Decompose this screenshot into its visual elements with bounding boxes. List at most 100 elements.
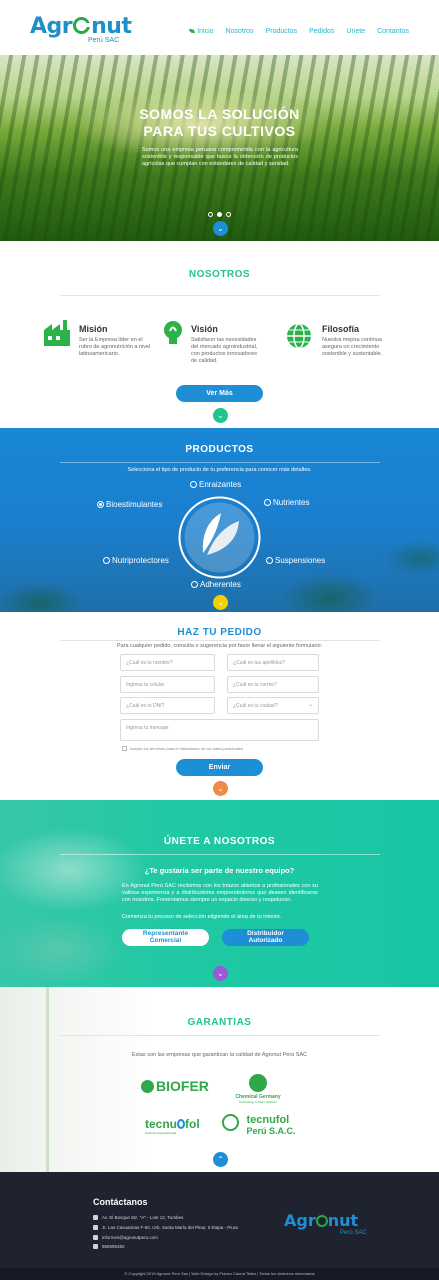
tecnufol-peru-logo: tecnufol Perú S.A.C. (222, 1114, 295, 1139)
nosotros-title: NOSOTROS (188, 269, 251, 280)
garantias-section (0, 987, 439, 1172)
logo-ring-icon (315, 1215, 328, 1227)
pedido-subtitle: Para cualquier pedido, consulta o sugere… (116, 643, 323, 649)
name-field[interactable]: ¿Cuál es tu nombre? (120, 654, 215, 671)
message-field[interactable]: Ingresa tu mensaje (120, 719, 319, 741)
phone-icon (93, 1244, 98, 1249)
feature-text-vision: Satisfacer las necesidades del mercado a… (191, 337, 258, 364)
product-option-nutrientes[interactable]: Nutrientes (264, 498, 309, 507)
product-option-nutriprotectores[interactable]: Nutriprotectores (103, 556, 169, 565)
product-option-adherentes[interactable]: Adherentes (191, 580, 241, 589)
product-leaf-emblem (178, 496, 261, 579)
product-option-suspensiones[interactable]: Suspensiones (266, 556, 325, 565)
radio-icon (190, 481, 197, 488)
divider (60, 640, 380, 641)
logo-text-start: Agr (30, 14, 73, 39)
site-footer (0, 1172, 439, 1268)
logo-text-end: nut (91, 14, 132, 39)
site-header: Agr nut Perú SAC Inicio Nosotros Producto… (0, 0, 439, 55)
footer-logo[interactable]: Agr nut (284, 1211, 358, 1230)
nav-item-pedidos[interactable]: Pedidos (309, 28, 334, 35)
tecnufol-leaf-icon (177, 1119, 186, 1129)
nav-item-nosotros[interactable]: Nosotros (226, 28, 254, 35)
tecnufol-leaf-icon (222, 1114, 239, 1131)
city-select[interactable]: ¿Cuál es tu ciudad? ⌄ (227, 697, 319, 714)
map-pin-icon (93, 1215, 98, 1220)
footer-logo-subtitle: Perú SAC (340, 1230, 367, 1236)
scroll-up-icon[interactable]: ⌃ (213, 1152, 228, 1167)
feature-text-filosofia: Nuestra mejora continua asegura un creci… (322, 337, 383, 357)
ver-mas-button[interactable]: Ver Más (176, 385, 263, 402)
feature-title-mision: Misión (79, 324, 108, 334)
main-nav: Inicio Nosotros Productos Pedidos Unete … (189, 28, 409, 35)
footer-phone[interactable]: 969595482 (93, 1244, 125, 1249)
nav-item-inicio[interactable]: Inicio (189, 28, 214, 35)
garantias-title: GARANTIAS (187, 1017, 252, 1028)
chemical-swirl-icon (249, 1074, 267, 1092)
lastname-field[interactable]: ¿Cuál es tus apellidos? (227, 654, 319, 671)
plant-stem-decoration (46, 987, 49, 1172)
radio-icon (266, 557, 273, 564)
distribuidor-autorizado-button[interactable]: Distribuidor Autorizado (222, 929, 309, 946)
phone-field[interactable]: Ingresa tu celular (120, 676, 215, 693)
unete-text: En Agronut Perú SAC recibimos con los br… (122, 883, 318, 903)
garantias-subtitle: Estas son las empresas que garantizan la… (131, 1052, 308, 1058)
leaf-icon (141, 1080, 154, 1093)
nav-item-productos[interactable]: Productos (266, 28, 298, 35)
slider-dots (208, 212, 231, 217)
hero-title: SOMOS LA SOLUCIÓN PARA TUS CULTIVOS (139, 106, 300, 139)
scroll-down-icon[interactable]: ⌄ (213, 408, 228, 423)
footer-email[interactable]: informes@agronutperu.com (93, 1235, 158, 1240)
scroll-down-icon[interactable]: ⌄ (213, 966, 228, 981)
divider (60, 1035, 380, 1036)
site-logo[interactable]: Agr nut (30, 14, 132, 39)
divider (60, 854, 380, 855)
scroll-down-icon[interactable]: ⌄ (213, 221, 228, 236)
pedido-title: HAZ TU PEDIDO (177, 627, 262, 638)
mail-icon (93, 1235, 98, 1240)
slider-dot[interactable] (226, 212, 231, 217)
unete-text-2: Comienza tu proceso de selección eligien… (122, 914, 282, 920)
email-field[interactable]: ¿Cuál es tu correo? (227, 676, 319, 693)
unete-question: ¿Te gustaría ser parte de nuestro equipo… (144, 866, 295, 875)
leaf-icon (189, 29, 196, 33)
product-option-enraizantes[interactable]: Enraizantes (190, 480, 241, 489)
nav-item-unete[interactable]: Unete (346, 28, 365, 35)
nav-item-contactos[interactable]: Contantos (377, 28, 409, 35)
scroll-down-icon[interactable]: ⌄ (213, 781, 228, 796)
chemical-germany-logo: Chemical Germany Technology in Plant Nut… (233, 1074, 283, 1104)
radio-icon (103, 557, 110, 564)
scroll-down-icon[interactable]: ⌄ (213, 595, 228, 610)
checkbox-icon (122, 746, 127, 751)
representante-comercial-button[interactable]: Representante Comercial (122, 929, 209, 946)
slider-dot[interactable] (208, 212, 213, 217)
map-pin-icon (93, 1225, 98, 1230)
footer-address-2: Jr. Las Casuarinas F-50, Urb. Santa Marí… (93, 1225, 238, 1230)
feature-title-filosofia: Filosofía (322, 324, 360, 334)
footer-address-1: Av. El Bosque Mz. "A" - Lote 12, Tumbes (93, 1215, 183, 1220)
hero-text: Somos una empresa peruana comprometida c… (142, 147, 298, 167)
radio-icon (191, 581, 198, 588)
productos-subtitle: Selecciona el tipo de producto de tu pre… (127, 467, 312, 473)
copyright-bar: © Copyright 2019 Agronut Perú Sac | Web … (0, 1268, 439, 1280)
footer-title: Contáctanos (93, 1197, 148, 1207)
divider (60, 462, 380, 463)
logo-ring-icon (73, 17, 92, 34)
unete-title: ÚNETE A NOSOTROS (163, 836, 276, 847)
slider-dot-active[interactable] (217, 212, 222, 217)
factory-icon (44, 320, 70, 346)
radio-icon (264, 499, 271, 506)
chevron-down-icon: ⌄ (307, 702, 313, 708)
consent-checkbox[interactable]: Acepto los términos para el tratamiento … (122, 746, 243, 751)
bulb-icon (164, 321, 182, 344)
enviar-button[interactable]: Enviar (176, 759, 263, 776)
biofer-logo: BIOFER (141, 1078, 209, 1094)
divider (60, 295, 380, 296)
tecnufol-logo: tecnu fol Nutrición Especializada (145, 1117, 200, 1135)
productos-title: PRODUCTOS (185, 444, 254, 455)
logo-subtitle: Perú SAC (88, 37, 120, 44)
dni-field[interactable]: ¿Cuál es tu DNI? (120, 697, 215, 714)
radio-selected-icon (97, 501, 104, 508)
product-option-bioestimulantes[interactable]: Bioestimulantes (97, 500, 162, 509)
feature-title-vision: Visión (191, 324, 218, 334)
